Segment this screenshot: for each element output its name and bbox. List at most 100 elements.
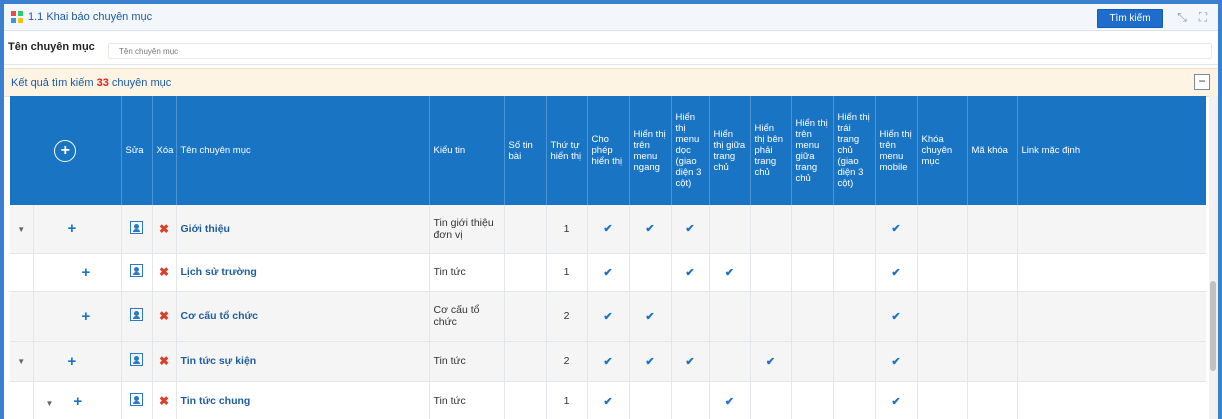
category-name[interactable]: Cơ cấu tổ chức	[181, 310, 259, 322]
expand-caret-icon[interactable]: ▼	[46, 399, 54, 408]
check-icon: ✔	[891, 395, 901, 408]
vertical-scrollbar[interactable]	[1209, 96, 1218, 419]
flag-cell: ✔	[629, 291, 672, 342]
add-child-icon[interactable]: +	[73, 393, 82, 410]
table-row: + ✖ Cơ cấu tổ chức Cơ cấu tổ chức 2 ✔ ✔ ✔	[10, 291, 1206, 342]
lock-code-cell	[967, 253, 1018, 292]
flag-cell	[629, 253, 672, 292]
collapse-icon[interactable]: −	[1194, 74, 1210, 90]
lock-code-cell	[967, 205, 1018, 254]
edit-icon[interactable]	[130, 353, 143, 366]
category-name-input[interactable]	[108, 43, 1212, 59]
delete-icon[interactable]: ✖	[159, 222, 169, 236]
scrollbar-thumb[interactable]	[1210, 281, 1216, 371]
add-child-icon[interactable]: +	[82, 264, 91, 281]
flag-cell	[833, 341, 876, 382]
flag-cell	[750, 253, 792, 292]
edit-cell	[121, 341, 153, 382]
delete-icon[interactable]: ✖	[159, 265, 169, 279]
flag-cell	[791, 291, 834, 342]
name-cell: Tin tức sự kiện	[176, 341, 430, 382]
lock-cell	[917, 205, 968, 254]
edit-icon[interactable]	[130, 264, 143, 277]
expand-caret-icon[interactable]: ▼	[17, 225, 25, 234]
type-cell: Tin giới thiệu đơn vị	[429, 205, 505, 254]
flag-cell	[709, 205, 751, 254]
flag-cell: ✔	[750, 341, 792, 382]
results-suffix: chuyên mục	[111, 77, 172, 89]
delete-cell: ✖	[152, 253, 177, 292]
flag-cell: ✔	[587, 291, 630, 342]
check-icon: ✔	[603, 223, 613, 236]
category-name[interactable]: Giới thiệu	[181, 223, 230, 235]
flag-cell: ✔	[587, 205, 630, 254]
delete-icon[interactable]: ✖	[159, 354, 169, 368]
order-cell: 2	[546, 291, 588, 342]
flag-cell	[833, 253, 876, 292]
type-cell: Tin tức	[429, 253, 505, 292]
check-icon: ✔	[603, 395, 613, 408]
category-name[interactable]: Tin tức sự kiện	[181, 355, 257, 367]
default-link-cell	[1017, 291, 1206, 342]
table-row: + ✖ Lịch sử trường Tin tức 1 ✔ ✔ ✔ ✔	[10, 253, 1206, 292]
flag-cell: ✔	[587, 253, 630, 292]
flag-cell: ✔	[875, 205, 918, 254]
delete-cell: ✖	[152, 205, 177, 254]
table-row: ▼ + ✖ Giới thiệu Tin giới thiệu đơn vị 1 ✔ ✔ ✔ ✔	[10, 205, 1206, 254]
minimize-icon[interactable]: ⤡	[1174, 9, 1190, 25]
article-count-cell	[504, 205, 547, 254]
category-name[interactable]: Tin tức chung	[181, 395, 251, 407]
name-cell: Tin tức chung	[176, 381, 430, 419]
fullscreen-icon[interactable]: ⛶	[1195, 9, 1211, 25]
expand-cell	[10, 253, 34, 292]
header-lock: Khóa chuyên mục	[917, 96, 968, 205]
flag-cell	[629, 381, 672, 419]
header-middle-home: Hiển thị giữa trang chủ	[709, 96, 751, 205]
header-name: Tên chuyên mục	[176, 96, 430, 205]
flag-cell: ✔	[875, 341, 918, 382]
header-vertical-menu: Hiển thị menu dọc (giao diện 3 cột)	[671, 96, 710, 205]
delete-cell: ✖	[152, 381, 177, 419]
edit-icon[interactable]	[130, 308, 143, 321]
delete-icon[interactable]: ✖	[159, 309, 169, 323]
search-button[interactable]: Tìm kiếm	[1097, 9, 1163, 28]
flag-cell	[750, 381, 792, 419]
lock-code-cell	[967, 341, 1018, 382]
flag-cell: ✔	[709, 381, 751, 419]
flag-cell: ✔	[629, 205, 672, 254]
lock-code-cell	[967, 291, 1018, 342]
flag-cell: ✔	[709, 253, 751, 292]
add-child-cell: +	[33, 205, 122, 254]
add-child-icon[interactable]: +	[68, 353, 77, 370]
delete-icon[interactable]: ✖	[159, 394, 169, 408]
flag-cell	[833, 381, 876, 419]
edit-icon[interactable]	[130, 220, 143, 234]
order-cell: 1	[546, 253, 588, 292]
add-child-icon[interactable]: +	[68, 220, 77, 237]
check-icon: ✔	[685, 355, 695, 368]
add-child-cell: +	[33, 291, 122, 342]
name-cell: Giới thiệu	[176, 205, 430, 254]
flag-cell: ✔	[587, 381, 630, 419]
article-count-cell	[504, 253, 547, 292]
edit-icon[interactable]	[130, 393, 143, 406]
default-link-cell	[1017, 341, 1206, 382]
header-left-home: Hiển thị trái trang chủ (giao diện 3 cột…	[833, 96, 876, 205]
check-icon: ✔	[891, 310, 901, 323]
lock-code-cell	[967, 381, 1018, 419]
category-table-wrap: + Sửa Xóa Tên chuyên mục Kiểu tin Số tin…	[10, 96, 1206, 419]
order-cell: 1	[546, 205, 588, 254]
article-count-cell	[504, 341, 547, 382]
header-delete: Xóa	[152, 96, 177, 205]
add-circle-icon[interactable]: +	[54, 139, 77, 162]
flag-cell	[791, 341, 834, 382]
header-default-link: Link mặc định	[1017, 96, 1206, 205]
add-child-icon[interactable]: +	[82, 308, 91, 325]
order-cell: 2	[546, 341, 588, 382]
title-bar: 1.1 Khai báo chuyên mục Tìm kiếm ⤡ ⛶	[4, 4, 1218, 31]
name-cell: Lịch sử trường	[176, 253, 430, 292]
category-name[interactable]: Lịch sử trường	[181, 266, 257, 278]
flag-cell	[709, 291, 751, 342]
expand-caret-icon[interactable]: ▼	[17, 357, 25, 366]
delete-cell: ✖	[152, 341, 177, 382]
